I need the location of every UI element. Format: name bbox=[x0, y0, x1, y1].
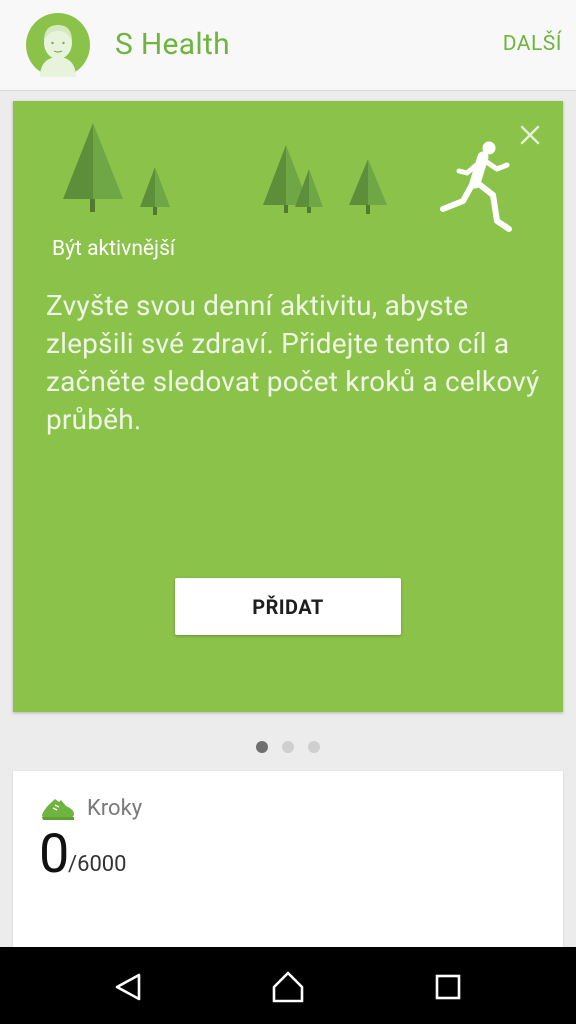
steps-value: 0 bbox=[39, 823, 70, 886]
back-icon[interactable] bbox=[108, 967, 148, 1007]
shoe-icon bbox=[42, 799, 74, 820]
recents-icon[interactable] bbox=[428, 967, 468, 1007]
page-dot-active[interactable] bbox=[256, 741, 268, 753]
page-dot[interactable] bbox=[308, 741, 320, 753]
page-dot[interactable] bbox=[282, 741, 294, 753]
tree-icon bbox=[63, 123, 123, 212]
close-icon[interactable] bbox=[516, 121, 544, 149]
steps-label: Kroky bbox=[87, 796, 143, 821]
page-indicator bbox=[0, 740, 576, 754]
tree-icon bbox=[140, 167, 170, 215]
navigation-bar bbox=[0, 947, 576, 1024]
home-icon[interactable] bbox=[268, 967, 308, 1007]
runner-icon bbox=[440, 141, 512, 232]
more-button[interactable]: DALŠÍ bbox=[503, 32, 562, 56]
card-title: Být aktivnější bbox=[52, 237, 176, 261]
trees-illustration bbox=[63, 123, 512, 232]
app-title: S Health bbox=[115, 27, 230, 62]
app-bar: S Health DALŠÍ bbox=[0, 0, 576, 91]
be-more-active-card: Být aktivnější Zvyšte svou denní aktivit… bbox=[13, 101, 563, 712]
tree-icon bbox=[349, 159, 387, 214]
add-button[interactable]: PŘIDAT bbox=[175, 578, 401, 635]
steps-goal: /6000 bbox=[68, 852, 127, 877]
card-description: Zvyšte svou denní aktivitu, abyste zlepš… bbox=[46, 289, 540, 436]
profile-avatar[interactable] bbox=[26, 13, 90, 77]
steps-card[interactable]: Kroky 0 /6000 bbox=[13, 771, 563, 947]
